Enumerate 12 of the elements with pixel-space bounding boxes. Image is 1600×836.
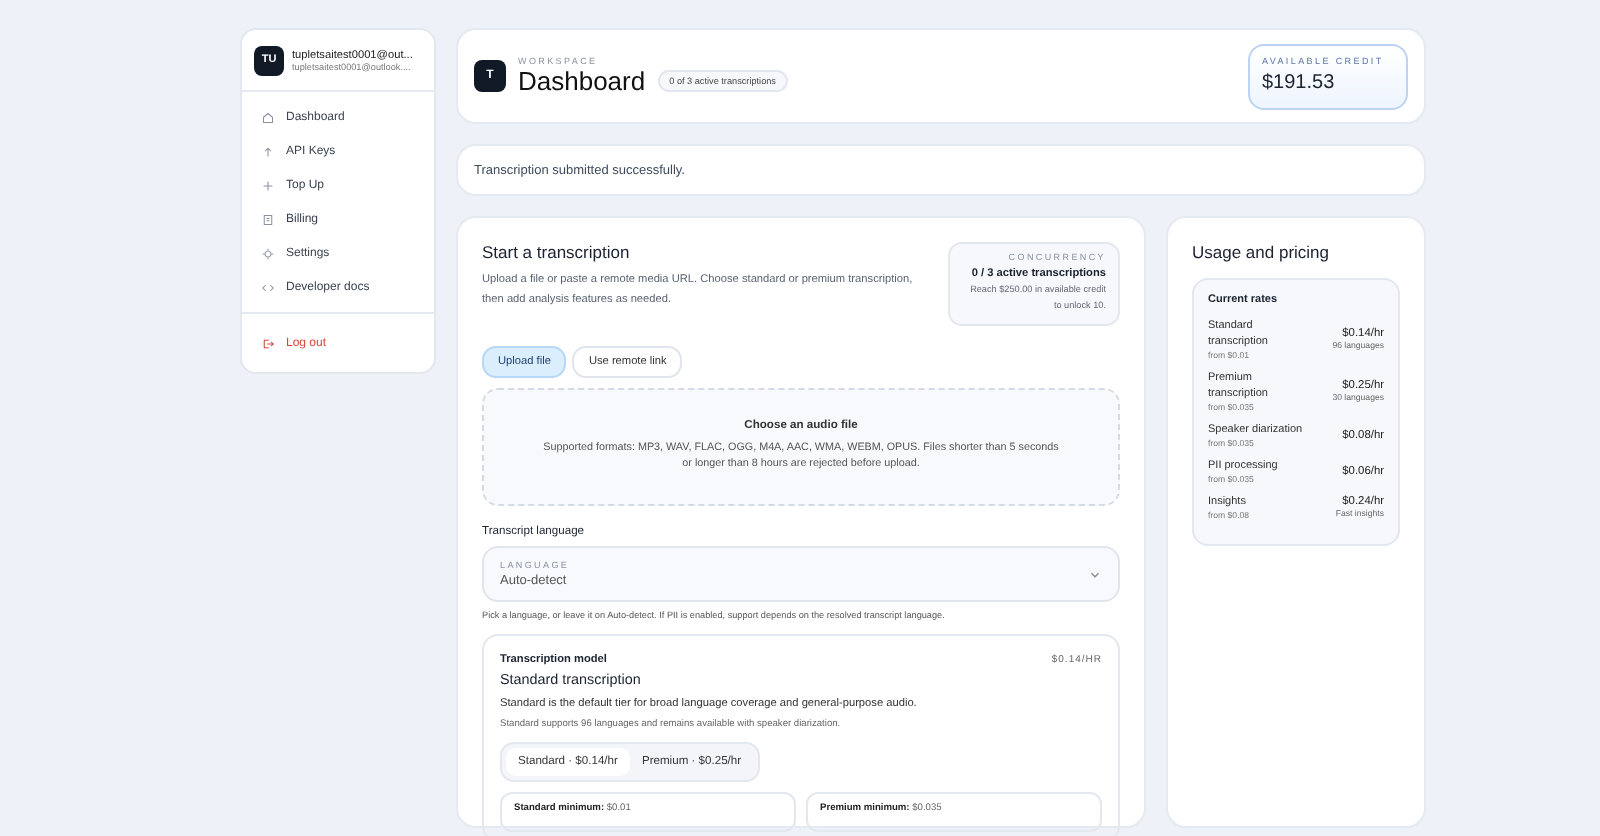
section-title: Usage and pricing xyxy=(1192,242,1332,262)
page-title: Dashboard xyxy=(518,66,646,96)
section-title: Start a transcription xyxy=(482,242,632,262)
code-icon xyxy=(262,281,274,293)
plus-icon xyxy=(262,179,274,191)
chevron-down-icon xyxy=(1088,567,1102,581)
gear-icon xyxy=(262,247,274,259)
logout-icon xyxy=(262,337,274,349)
arrow-up-icon xyxy=(262,145,274,157)
home-icon xyxy=(262,111,274,123)
credit-amount: $191.53 xyxy=(1262,71,1337,93)
receipt-icon xyxy=(262,213,274,225)
